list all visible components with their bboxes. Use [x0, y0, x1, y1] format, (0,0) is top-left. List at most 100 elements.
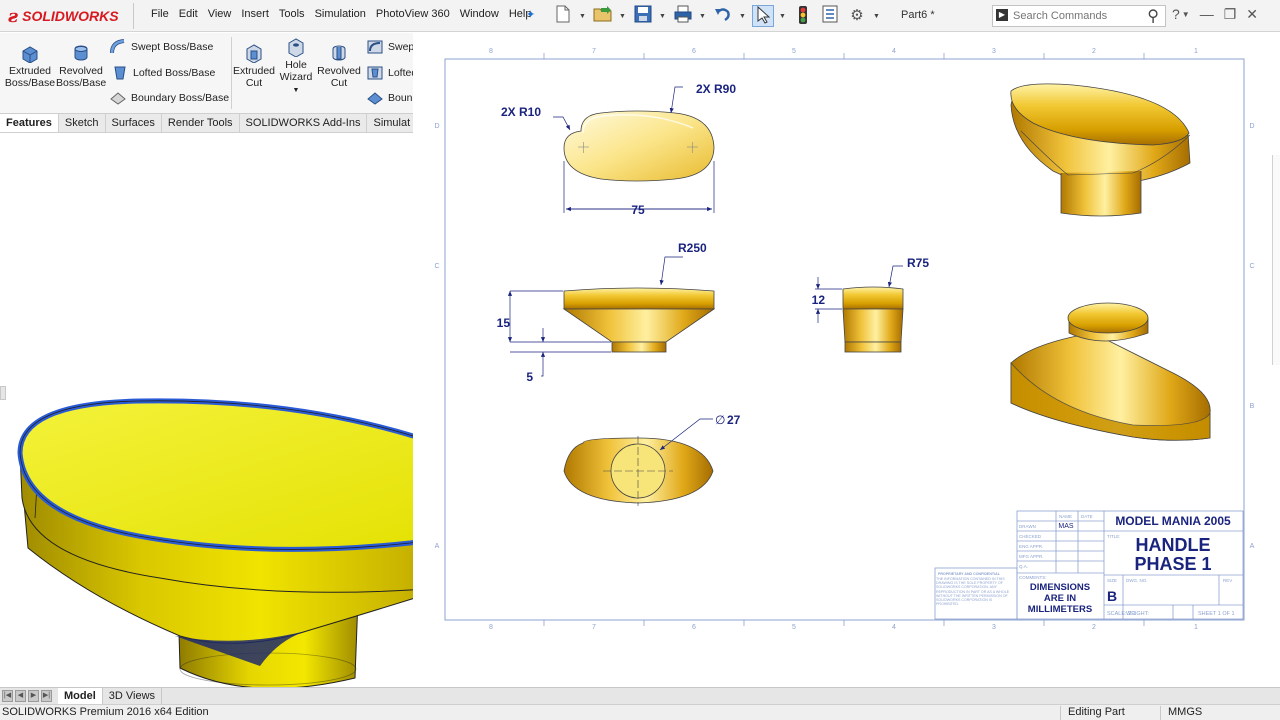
menu-tools[interactable]: Tools [274, 8, 310, 20]
bottom-view[interactable]: ∅ 27 [563, 413, 741, 506]
swept-cut-icon [367, 40, 383, 54]
status-units[interactable]: MMGS [1168, 706, 1202, 718]
dim-height-5[interactable]: 5 [526, 370, 533, 384]
prev-tab-arrow-icon[interactable]: ◀ [15, 690, 26, 702]
first-tab-arrow-icon[interactable]: |◀ [2, 690, 13, 702]
open-dropdown-icon[interactable]: ▼ [619, 13, 627, 20]
menu-edit[interactable]: Edit [174, 8, 203, 20]
tab-3d-views[interactable]: 3D Views [103, 688, 163, 704]
tab-surfaces[interactable]: Surfaces [106, 114, 162, 132]
menu-view[interactable]: View [203, 8, 237, 20]
tb-size-label: SIZE [1107, 578, 1117, 583]
tb-name-label: NAME [1059, 514, 1072, 519]
front-view[interactable]: 15 5 R250 [497, 241, 716, 384]
lofted-boss-button[interactable]: Lofted Boss/Base [112, 65, 215, 81]
border-letter-right: C [1249, 263, 1254, 270]
menu-insert[interactable]: Insert [236, 8, 274, 20]
drawing-sheet: 8 7 6 5 4 3 2 1 8 7 6 5 4 3 2 1 D C A D [413, 33, 1280, 687]
tb-checked-label: CHECKED [1019, 534, 1042, 539]
dim-diameter-27[interactable]: 27 [727, 413, 741, 427]
title-bar: ƨ SOLIDWORKS File Edit View Insert Tools… [0, 0, 1280, 32]
solidworks-logo[interactable]: ƨ SOLIDWORKS [8, 6, 119, 27]
document-title: Part6 * [901, 9, 935, 21]
side-view[interactable]: 12 R75 [812, 256, 930, 353]
lofted-cut-button[interactable]: Lofted [367, 65, 417, 81]
tab-features[interactable]: Features [0, 114, 59, 132]
top-view[interactable]: 75 2X R10 2X R90 [501, 82, 736, 217]
revolved-boss-button[interactable]: Revolved Boss/Base [56, 43, 106, 89]
options-dropdown-icon[interactable]: ▼ [873, 13, 881, 20]
tab-solidworks-add-ins[interactable]: SOLIDWORKS Add-Ins [240, 114, 368, 132]
new-dropdown-icon[interactable]: ▼ [579, 13, 587, 20]
boundary-cut-button[interactable]: Bound [367, 90, 418, 106]
right-task-pane-strip[interactable] [1272, 155, 1280, 365]
border-number-bottom: 6 [692, 624, 696, 631]
save-icon[interactable] [632, 5, 654, 27]
swept-cut-button[interactable]: Swept [367, 39, 417, 55]
dim-2x-r10[interactable]: 2X R10 [501, 105, 541, 119]
save-dropdown-icon[interactable]: ▼ [659, 13, 667, 20]
border-number-bottom: 7 [592, 624, 596, 631]
dim-width-75[interactable]: 75 [631, 203, 645, 217]
undo-dropdown-icon[interactable]: ▼ [739, 13, 747, 20]
restore-icon[interactable]: ❐ [1224, 6, 1237, 23]
tab-render-tools[interactable]: Render Tools [162, 114, 240, 132]
dim-r75[interactable]: R75 [907, 256, 929, 270]
search-scope-icon[interactable]: ▶ [996, 9, 1008, 21]
print-dropdown-icon[interactable]: ▼ [699, 13, 707, 20]
rebuild-traffic-light-icon[interactable] [792, 5, 814, 27]
dim-2x-r90[interactable]: 2X R90 [696, 82, 736, 96]
boundary-boss-button[interactable]: Boundary Boss/Base [110, 90, 229, 106]
tab-simulation[interactable]: Simulat [367, 114, 418, 132]
dim-height-12[interactable]: 12 [812, 293, 826, 307]
isometric-view-bottom[interactable] [1010, 302, 1211, 441]
revolved-cut-button[interactable]: Revolved Cut [316, 43, 362, 89]
search-commands-box[interactable]: ▶ ⚲ [992, 5, 1166, 27]
border-number-top: 6 [692, 48, 696, 55]
extruded-cut-button[interactable]: Extruded Cut [232, 43, 276, 89]
search-icon[interactable]: ⚲ [1147, 6, 1159, 26]
swept-boss-button[interactable]: Swept Boss/Base [110, 39, 213, 55]
dim-r250[interactable]: R250 [678, 241, 707, 255]
extruded-boss-button[interactable]: Extruded Boss/Base [4, 43, 56, 89]
isometric-view-top[interactable] [1010, 83, 1191, 217]
undo-icon[interactable] [712, 5, 734, 27]
open-folder-icon[interactable] [592, 5, 614, 27]
dim-height-15[interactable]: 15 [497, 316, 511, 330]
options-gear-icon[interactable]: ⚙ [846, 5, 868, 27]
border-letter-left: C [434, 263, 439, 270]
help-dropdown-icon[interactable]: ▼ [1182, 10, 1190, 23]
tab-model[interactable]: Model [58, 688, 103, 704]
new-document-icon[interactable] [552, 5, 574, 27]
tb-units-note-line3: MILLIMETERS [1028, 604, 1092, 615]
menu-simulation[interactable]: Simulation [310, 8, 371, 20]
menu-window[interactable]: Window [455, 8, 504, 20]
close-icon[interactable]: ✕ [1246, 6, 1258, 23]
menu-file[interactable]: File [146, 8, 174, 20]
border-letter-right: B [1250, 403, 1255, 410]
status-bar: SOLIDWORKS Premium 2016 x64 Edition Edit… [0, 704, 1280, 720]
border-number-top: 8 [489, 48, 493, 55]
feature-tree-toggle[interactable] [0, 386, 6, 400]
border-number-top: 3 [992, 48, 996, 55]
search-commands-input[interactable] [1013, 8, 1133, 24]
next-tab-arrow-icon[interactable]: ▶ [28, 690, 39, 702]
last-tab-arrow-icon[interactable]: ▶| [41, 690, 52, 702]
pin-icon[interactable]: ✦ [526, 8, 535, 21]
tab-sketch[interactable]: Sketch [59, 114, 106, 132]
select-cursor-icon[interactable] [752, 5, 774, 27]
menu-photoview[interactable]: PhotoView 360 [371, 8, 455, 20]
minimize-icon[interactable]: — [1200, 6, 1214, 23]
help-icon[interactable]: ? [1172, 6, 1180, 23]
diameter-symbol-icon: ∅ [715, 413, 725, 427]
hole-wizard-button[interactable]: Hole Wizard ▼ [278, 37, 314, 97]
select-dropdown-icon[interactable]: ▼ [779, 13, 787, 20]
lofted-boss-icon [114, 66, 126, 80]
tb-dwg-no-label: DWG. NO. [1126, 578, 1148, 583]
file-properties-icon[interactable] [819, 5, 841, 27]
tb-title-line2: PHASE 1 [1134, 554, 1211, 574]
border-number-bottom: 2 [1092, 624, 1096, 631]
hole-wizard-dropdown-icon[interactable]: ▼ [278, 85, 314, 97]
print-icon[interactable] [672, 5, 694, 27]
border-number-bottom: 1 [1194, 624, 1198, 631]
